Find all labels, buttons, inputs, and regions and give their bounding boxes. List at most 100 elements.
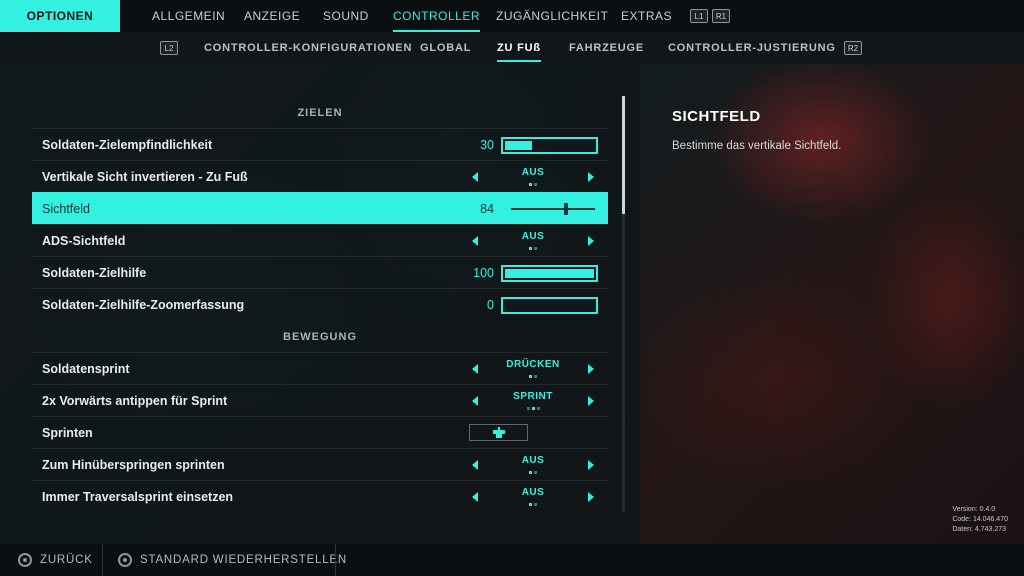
value-bar[interactable] <box>501 265 598 282</box>
tab-allgemein[interactable]: ALLGEMEIN <box>152 0 225 32</box>
setting-choice: AUS <box>521 455 545 466</box>
option-dot <box>534 247 537 250</box>
arrow-left-icon[interactable] <box>472 492 478 502</box>
setting-label: Vertikale Sicht invertieren - Zu Fuß <box>42 170 248 184</box>
setting-label: ADS-Sichtfeld <box>42 234 126 248</box>
setting-label: 2x Vorwärts antippen für Sprint <box>42 394 228 408</box>
arrow-left-icon[interactable] <box>472 172 478 182</box>
setting-label: Zum Hinüberspringen sprinten <box>42 458 225 472</box>
reset-button-icon <box>118 553 132 567</box>
subtab-fahrzeuge[interactable]: FAHRZEUGE <box>569 32 644 64</box>
setting-label: Soldaten-Zielhilfe-Zoomerfassung <box>42 298 245 312</box>
l1-button-icon[interactable]: L1 <box>690 9 708 23</box>
r2-button-icon[interactable]: R2 <box>844 41 862 55</box>
reset-defaults-button[interactable]: STANDARD WIEDERHERSTELLEN <box>118 544 347 576</box>
section-title-zielen: ZIELEN <box>297 107 343 119</box>
setting-label: Sprinten <box>42 426 93 440</box>
setting-row-ads-fov[interactable]: ADS-Sichtfeld AUS <box>32 224 608 256</box>
setting-label: Soldaten-Zielhilfe <box>42 266 147 280</box>
arrow-right-icon[interactable] <box>588 492 594 502</box>
option-dot <box>529 503 532 506</box>
value-bar[interactable] <box>501 297 598 314</box>
l2-button-icon[interactable]: L2 <box>160 41 178 55</box>
tab-sound[interactable]: SOUND <box>323 0 369 32</box>
option-dot <box>534 471 537 474</box>
version-info: Version: 0.4.0 Code: 14.046.470 Daten: 4… <box>952 505 1008 535</box>
scrollbar-thumb[interactable] <box>622 96 625 214</box>
option-dot <box>529 375 532 378</box>
option-dots <box>484 183 582 186</box>
setting-row-sprint-binding[interactable]: Sprinten <box>32 416 608 448</box>
reset-label: STANDARD WIEDERHERSTELLEN <box>140 554 348 566</box>
circle-button-icon <box>18 553 32 567</box>
data-line: Daten: 4.743.273 <box>952 526 1007 533</box>
option-dots <box>484 503 582 506</box>
subtab-controller-justierung[interactable]: CONTROLLER-JUSTIERUNG <box>668 32 836 64</box>
option-dot <box>529 471 532 474</box>
option-dots <box>484 375 582 378</box>
code-line: Code: 14.046.470 <box>952 516 1008 523</box>
setting-row-aim-assist-zoom[interactable]: Soldaten-Zielhilfe-Zoomerfassung 0 <box>32 288 608 320</box>
section-title-bewegung: BEWEGUNG <box>283 331 357 343</box>
arrow-right-icon[interactable] <box>588 364 594 374</box>
arrow-left-icon[interactable] <box>472 396 478 406</box>
setting-row-aim-sensitivity[interactable]: Soldaten-Zielempfindlichkeit 30 <box>32 128 608 160</box>
tab-anzeige[interactable]: ANZEIGE <box>244 0 300 32</box>
setting-row-field-of-view[interactable]: Sichtfeld 84 <box>32 192 608 224</box>
option-dot <box>536 407 540 410</box>
setting-row-sprint-to-vault[interactable]: Zum Hinüberspringen sprinten AUS <box>32 448 608 480</box>
option-dot <box>534 375 537 378</box>
arrow-right-icon[interactable] <box>588 396 594 406</box>
arrow-left-icon[interactable] <box>472 236 478 246</box>
setting-row-aim-assist[interactable]: Soldaten-Zielhilfe 100 <box>32 256 608 288</box>
footer-divider <box>102 544 103 576</box>
setting-choice: AUS <box>521 487 545 498</box>
controller-button-icon <box>492 426 505 438</box>
arrow-right-icon[interactable] <box>588 236 594 246</box>
slider-handle[interactable] <box>563 203 568 215</box>
option-dots <box>484 471 582 474</box>
keybind-slot[interactable] <box>469 424 528 441</box>
option-dots <box>484 247 582 250</box>
info-title: SICHTFELD <box>672 108 761 125</box>
setting-row-double-tap-sprint[interactable]: 2x Vorwärts antippen für Sprint SPRINT <box>32 384 608 416</box>
value-bar-fill <box>505 269 594 278</box>
subtab-controller-konfigurationen[interactable]: CONTROLLER-KONFIGURATIONEN <box>204 32 412 64</box>
arrow-left-icon[interactable] <box>472 364 478 374</box>
setting-value: 30 <box>480 138 494 152</box>
setting-label: Soldaten-Zielempfindlichkeit <box>42 138 213 152</box>
tab-extras[interactable]: EXTRAS <box>621 0 672 32</box>
setting-label: Soldatensprint <box>42 362 130 376</box>
setting-label: Sichtfeld <box>42 202 90 216</box>
option-dot <box>534 183 537 186</box>
arrow-right-icon[interactable] <box>588 460 594 470</box>
tab-controller[interactable]: CONTROLLER <box>393 0 481 32</box>
setting-choice: DRÜCKEN <box>506 359 560 370</box>
arrow-right-icon[interactable] <box>588 172 594 182</box>
tab-zugaenglichkeit[interactable]: ZUGÄNGLICHKEIT <box>496 0 608 32</box>
footer-divider <box>335 544 336 576</box>
value-bar[interactable] <box>501 137 598 154</box>
options-title: OPTIONEN <box>0 0 120 32</box>
subtab-global[interactable]: GLOBAL <box>420 32 471 64</box>
setting-value: 100 <box>473 266 494 280</box>
back-button[interactable]: ZURÜCK <box>18 544 93 576</box>
option-dots <box>484 407 582 410</box>
option-dot <box>526 407 530 410</box>
option-dot <box>534 503 537 506</box>
slider-track[interactable] <box>511 208 595 210</box>
setting-choice: AUS <box>521 167 545 178</box>
subtab-zu-fuss[interactable]: ZU FUß <box>497 32 541 64</box>
option-dot <box>531 407 535 410</box>
arrow-left-icon[interactable] <box>472 460 478 470</box>
setting-choice: AUS <box>521 231 545 242</box>
setting-row-invert-vertical[interactable]: Vertikale Sicht invertieren - Zu Fuß AUS <box>32 160 608 192</box>
setting-row-soldier-sprint[interactable]: Soldatensprint DRÜCKEN <box>32 352 608 384</box>
r1-button-icon[interactable]: R1 <box>712 9 730 23</box>
option-dot <box>529 247 532 250</box>
setting-choice: SPRINT <box>513 391 553 402</box>
option-dot <box>529 183 532 186</box>
value-bar-fill <box>505 141 532 150</box>
setting-row-always-traversal-sprint[interactable]: Immer Traversalsprint einsetzen AUS <box>32 480 608 512</box>
setting-label: Immer Traversalsprint einsetzen <box>42 490 234 504</box>
